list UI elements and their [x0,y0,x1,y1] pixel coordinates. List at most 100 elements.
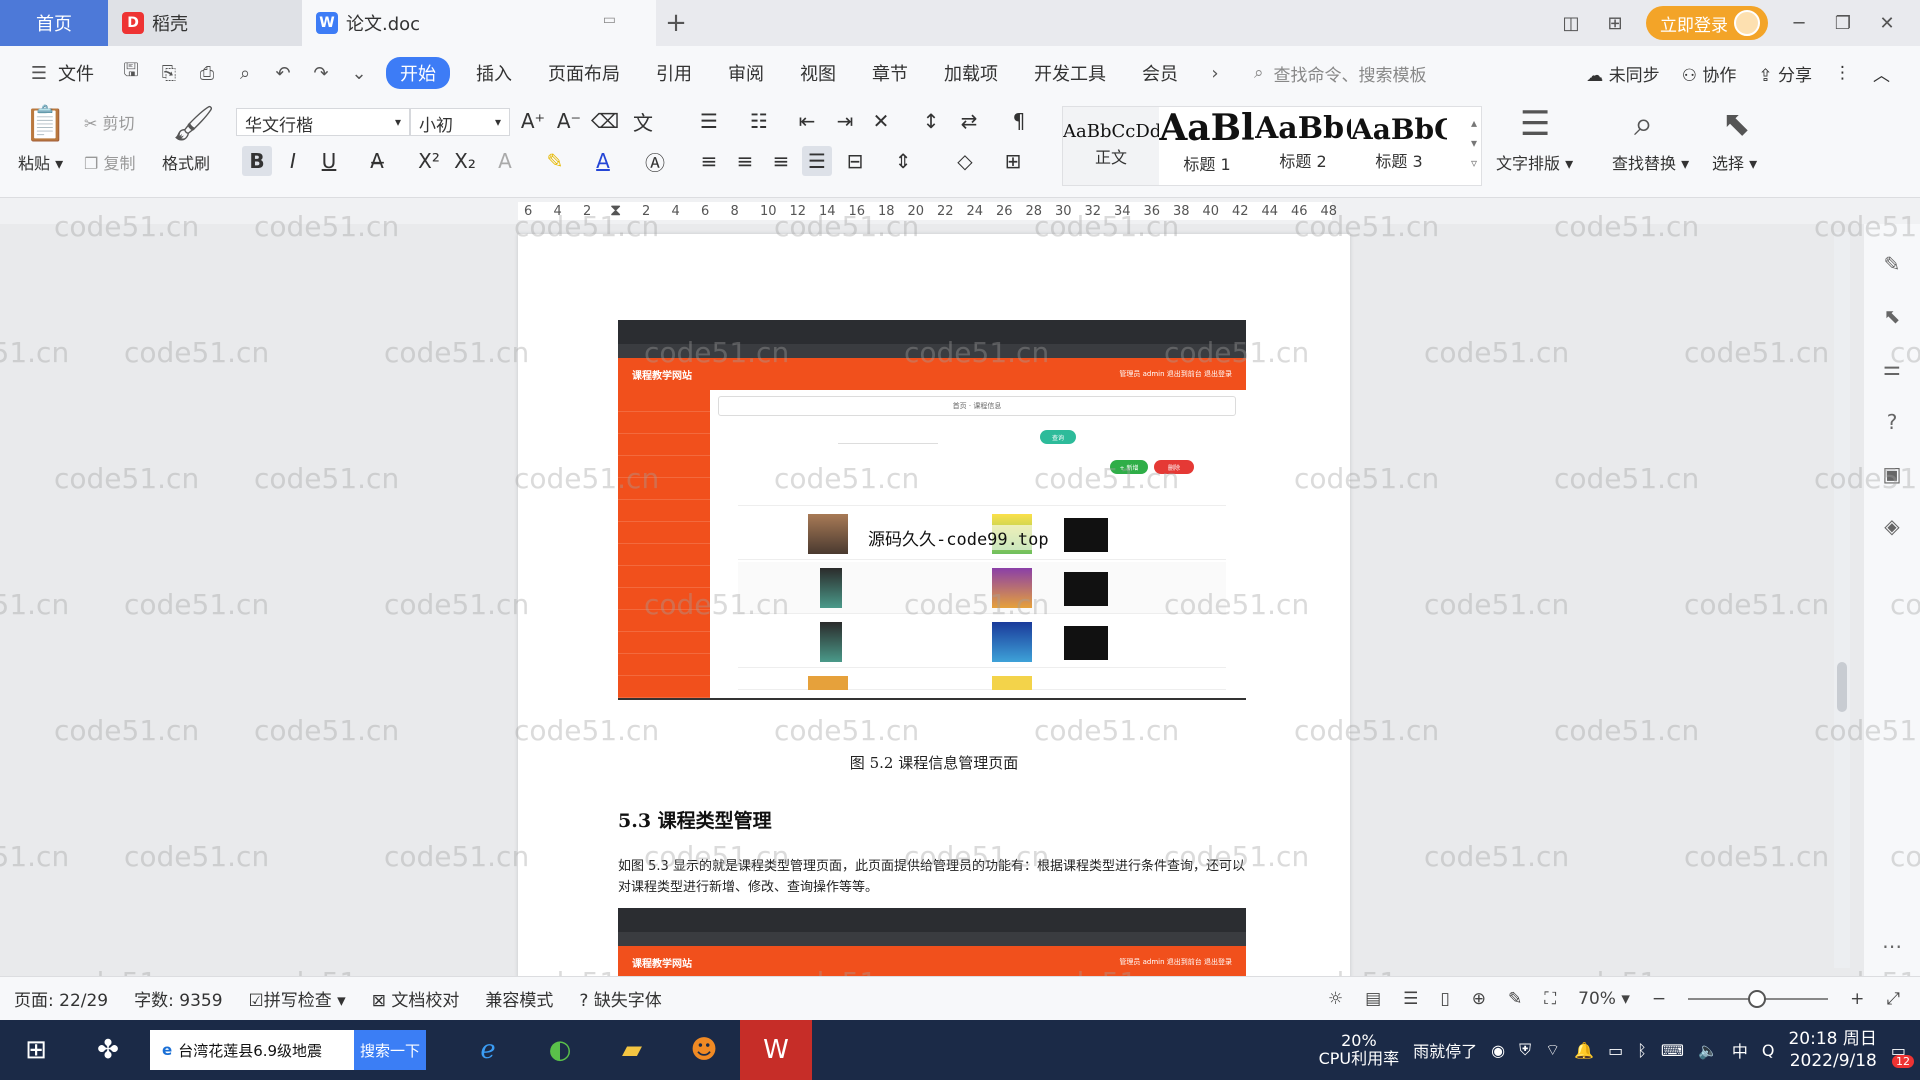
clock[interactable]: 20:18 周日 2022/9/18 [1788,1028,1876,1072]
brush-icon[interactable]: 🖌 [172,104,215,144]
image-settings-icon[interactable]: ▣ [1878,462,1906,490]
text-layout-icon[interactable]: ☰ [1520,104,1550,144]
share-button[interactable]: ⇪ 分享 [1758,61,1812,86]
tab-home[interactable]: 首页 [0,0,108,46]
help-icon[interactable]: ? [1878,410,1906,438]
qq-icon[interactable]: Q [1762,1041,1775,1060]
scrollbar-thumb[interactable] [1837,662,1847,712]
clear-format-icon[interactable]: ⌫ [590,106,620,136]
fit-page-icon[interactable]: ⛶ [1544,989,1556,1009]
find-icon[interactable]: ⌕ [1634,104,1653,144]
ie-browser-icon[interactable]: ℯ [462,1024,514,1076]
missing-font-button[interactable]: ? 缺失字体 [579,986,661,1011]
menu-addins[interactable]: 加载项 [926,60,1016,86]
find-replace-button[interactable]: 查找替换 ▾ [1612,150,1689,174]
reading-view-icon[interactable]: ▯ [1440,989,1449,1009]
grow-font-icon[interactable]: A⁺ [518,106,548,136]
menu-references[interactable]: 引用 [638,60,710,86]
borders-icon[interactable]: ⊞ [998,146,1028,176]
shading-icon[interactable]: ◇ [950,146,980,176]
chinese-layout-icon[interactable]: ✕ [866,106,896,136]
distribute-icon[interactable]: ⊟ [840,146,870,176]
pinyin-icon[interactable]: 文 [628,106,658,136]
sliders-icon[interactable]: ⚌ [1878,356,1906,384]
eye-protect-icon[interactable]: ☼ [1328,989,1343,1009]
menu-view[interactable]: 视图 [782,60,854,86]
justify-icon[interactable]: ☰ [802,146,832,176]
windows-start-icon[interactable]: ⊞ [10,1024,62,1076]
more-icon[interactable]: ⋮ [1834,63,1851,83]
file-explorer-icon[interactable]: ▰ [606,1024,658,1076]
print-icon[interactable]: ⎙ [194,60,220,86]
sync-button[interactable]: ☁ 未同步 [1586,61,1659,86]
bluetooth-icon[interactable]: ᛒ [1637,1041,1647,1060]
outdent-icon[interactable]: ⇤ [792,106,822,136]
copy-button[interactable]: ❐ 复制 [84,150,135,174]
menu-review[interactable]: 审阅 [710,60,782,86]
style-heading2[interactable]: AaBb( 标题 2 [1255,107,1351,185]
tray-app-icon[interactable]: ◉ [1491,1041,1505,1060]
fullscreen-icon[interactable]: ⤢ [1886,989,1900,1009]
game-app-icon[interactable]: ☻ [678,1024,730,1076]
menu-start[interactable]: 开始 [386,57,450,89]
tray-bell-icon[interactable]: 🔔 [1574,1041,1594,1060]
tab-document[interactable]: W 论文.doc ▭ [302,0,656,46]
superscript-icon[interactable]: X² [414,146,444,176]
document-page[interactable]: 课程教学网站 管理员 admin 退出到前台 退出登录 首页 · 课程信息 查询… [518,234,1350,976]
tray-network-icon[interactable]: ⌔ [1545,1040,1560,1060]
fan-app-icon[interactable]: ✤ [82,1024,134,1076]
highlight-icon[interactable]: ✎ [540,146,570,176]
numbering-icon[interactable]: ☷ [744,106,774,136]
ime-indicator[interactable]: 中 [1732,1038,1748,1062]
cpu-monitor[interactable]: 20% CPU利用率 [1319,1032,1400,1068]
bold-icon[interactable]: B [242,146,272,176]
tray-battery-icon[interactable]: ▭ [1608,1041,1623,1060]
sort-icon[interactable]: ↕ [916,106,946,136]
print-preview-icon[interactable]: ⌕ [232,60,258,86]
menu-page-layout[interactable]: 页面布局 [530,60,638,86]
text-direction-icon[interactable]: ⇄ [954,106,984,136]
pen-icon[interactable]: ✎ [1878,252,1906,280]
menu-member[interactable]: 会员 [1124,60,1196,86]
menu-devtools[interactable]: 开发工具 [1016,60,1124,86]
notification-icon[interactable]: ▭ 12 [1891,1041,1914,1068]
layout-toggle-icon[interactable]: ◫ [1558,13,1584,34]
minimize-icon[interactable]: ─ [1786,13,1812,34]
format-painter-button[interactable]: 格式刷 [162,150,210,174]
zoom-in-icon[interactable]: + [1850,989,1864,1009]
more-dots-icon[interactable]: ⋯ [1878,934,1906,962]
outline-view-icon[interactable]: ☰ [1403,989,1418,1009]
web-view-icon[interactable]: ⊕ [1472,989,1486,1009]
align-left-icon[interactable]: ≡ [694,146,724,176]
tab-daoke[interactable]: D 稻壳 [108,0,302,46]
bullets-icon[interactable]: ☰ [694,106,724,136]
select-button[interactable]: 选择 ▾ [1712,150,1757,174]
strikethrough-icon[interactable]: A̶ [362,146,392,176]
text-layout-button[interactable]: 文字排版 ▾ [1496,150,1573,174]
font-name-select[interactable]: 华文行楷 ▾ [236,108,410,136]
login-button[interactable]: 立即登录 [1646,6,1768,40]
new-tab-button[interactable]: + [656,0,696,46]
compass-icon[interactable]: ◈ [1878,514,1906,542]
menu-insert[interactable]: 插入 [458,60,530,86]
shrink-font-icon[interactable]: A⁻ [554,106,584,136]
style-normal[interactable]: AaBbCcDd 正文 [1063,107,1159,185]
style-heading1[interactable]: AaBl 标题 1 [1159,107,1255,185]
menu-chapter[interactable]: 章节 [854,60,926,86]
indent-marker-icon[interactable]: ⧗ [610,200,621,220]
zoom-slider[interactable] [1688,990,1829,1008]
line-spacing-icon[interactable]: ⇕ [888,146,918,176]
zoom-select[interactable]: 70% ▾ [1578,989,1630,1009]
restore-icon[interactable]: ❐ [1830,13,1856,34]
show-marks-icon[interactable]: ¶ [1004,106,1034,136]
underline-icon[interactable]: U [314,146,344,176]
weather-text[interactable]: 雨就停了 [1413,1038,1477,1062]
undo-icon[interactable]: ↶ [270,60,296,86]
italic-icon[interactable]: I [278,146,308,176]
close-icon[interactable]: ✕ [1874,13,1900,34]
styles-scroll-icon[interactable]: ▴ ▾ ▿ [1471,113,1477,173]
indent-icon[interactable]: ⇥ [830,106,860,136]
vertical-scrollbar[interactable] [1834,232,1850,968]
word-count[interactable]: 字数: 9359 [134,986,222,1011]
usb-icon[interactable]: ⌨ [1661,1041,1684,1060]
